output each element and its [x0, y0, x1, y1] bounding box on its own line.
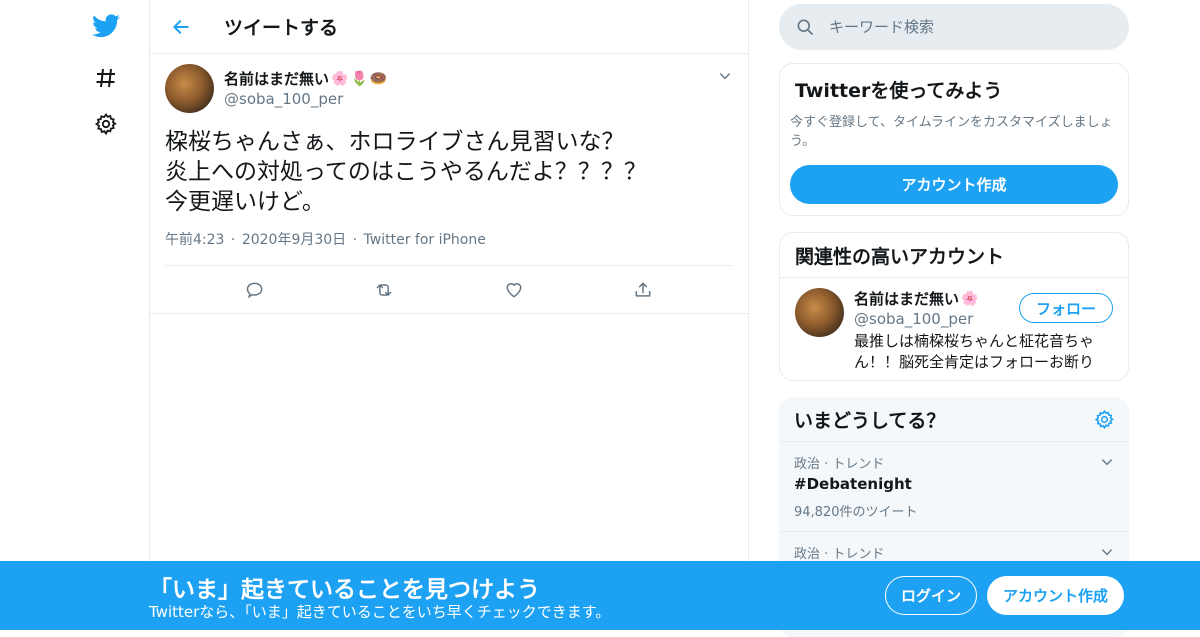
tweet-actions: [150, 266, 748, 314]
banner-subtext: Twitterなら、「いま」起きていることをいち早くチェックできます。: [149, 603, 611, 621]
tweet-date[interactable]: 2020年9月30日: [242, 232, 346, 248]
share-icon[interactable]: [626, 273, 660, 307]
signup-card-desc: 今すぐ登録して、タイムラインをカスタマイズしましょう。: [790, 115, 1113, 149]
search-box[interactable]: [779, 4, 1129, 50]
trend-item[interactable]: 政治 · トレンド #Debatenight 94,820件のツイート: [779, 442, 1129, 532]
related-accounts-card: 関連性の高いアカウント 名前はまだ無い 🌸 @soba_100_per 最推しは…: [779, 232, 1129, 381]
main-column: ツイートする 名前はまだ無い 🌸 🌷 🍩 @soba_100_per 桗桜ちゃん…: [149, 0, 749, 630]
cherry-blossom-emoji: 🌸: [961, 290, 979, 307]
display-name[interactable]: 名前はまだ無い: [854, 288, 959, 309]
login-button[interactable]: ログイン: [885, 576, 977, 615]
reply-icon[interactable]: [238, 273, 272, 307]
tweet-source[interactable]: Twitter for iPhone: [364, 232, 486, 248]
follow-button[interactable]: フォロー: [1018, 293, 1113, 323]
heart-icon[interactable]: [497, 273, 531, 307]
cherry-blossom-emoji: 🌸: [331, 70, 349, 87]
tulip-emoji: 🌷: [350, 70, 368, 87]
trend-count: 94,820件のツイート: [794, 505, 918, 520]
trend-name[interactable]: #Debatenight: [794, 475, 1114, 493]
trend-category: 政治 · トレンド: [794, 547, 885, 562]
left-nav: [80, 0, 150, 630]
right-sidebar: Twitterを使ってみよう 今すぐ登録して、タイムラインをカスタマイズしましょ…: [779, 0, 1129, 637]
main-header: ツイートする: [150, 0, 748, 54]
tweet: 名前はまだ無い 🌸 🌷 🍩 @soba_100_per 桗桜ちゃんさぁ、ホロライ…: [150, 54, 748, 314]
related-account[interactable]: 名前はまだ無い 🌸 @soba_100_per 最推しは楠桗桜ちゃんと柾花音ちゃ…: [780, 278, 1128, 380]
avatar[interactable]: [165, 64, 214, 113]
tweet-meta: 午前4:23 · 2020年9月30日 · Twitter for iPhone: [165, 229, 733, 266]
back-arrow-icon[interactable]: [166, 12, 196, 42]
tweet-author[interactable]: 名前はまだ無い 🌸 🌷 🍩 @soba_100_per: [165, 64, 733, 113]
banner-headline: 「いま」起きていることを見つけよう: [149, 577, 540, 603]
chevron-down-icon[interactable]: [718, 68, 732, 87]
avatar[interactable]: [795, 288, 844, 337]
handle[interactable]: @soba_100_per: [224, 90, 387, 108]
separator: ·: [352, 232, 358, 248]
search-input[interactable]: [829, 18, 1109, 36]
retweet-icon[interactable]: [367, 273, 401, 307]
chevron-down-icon[interactable]: [1100, 454, 1114, 473]
search-icon: [795, 17, 815, 37]
page-title: ツイートする: [224, 17, 339, 39]
signup-button[interactable]: アカウント作成: [987, 576, 1124, 615]
bio: 最推しは楠桗桜ちゃんと柾花音ちゃん！！脳死全肯定はフォローお断り: [854, 332, 1095, 371]
display-name[interactable]: 名前はまだ無い: [224, 68, 329, 89]
signup-card-title: Twitterを使ってみよう: [795, 80, 1003, 102]
trends-title: いまどうしてる？: [794, 409, 946, 432]
hashtag-icon[interactable]: [92, 64, 120, 92]
signup-banner: 「いま」起きていることを見つけよう Twitterなら、「いま」起きていることを…: [0, 561, 1200, 630]
separator: ·: [230, 232, 236, 248]
signup-card: Twitterを使ってみよう 今すぐ登録して、タイムラインをカスタマイズしましょ…: [779, 63, 1129, 216]
trend-category: 政治 · トレンド: [794, 457, 885, 472]
doughnut-emoji: 🍩: [369, 70, 388, 87]
twitter-logo-icon[interactable]: [92, 12, 120, 40]
tweet-time[interactable]: 午前4:23: [165, 232, 224, 248]
gear-icon[interactable]: [92, 110, 120, 138]
gear-icon[interactable]: [1094, 409, 1115, 435]
related-title: 関連性の高いアカウント: [780, 233, 1128, 278]
tweet-text: 桗桜ちゃんさぁ、ホロライブさん見習いな？ 炎上への対処ってのはこうやるんだよ？？…: [165, 129, 647, 215]
create-account-button[interactable]: アカウント作成: [790, 165, 1118, 204]
